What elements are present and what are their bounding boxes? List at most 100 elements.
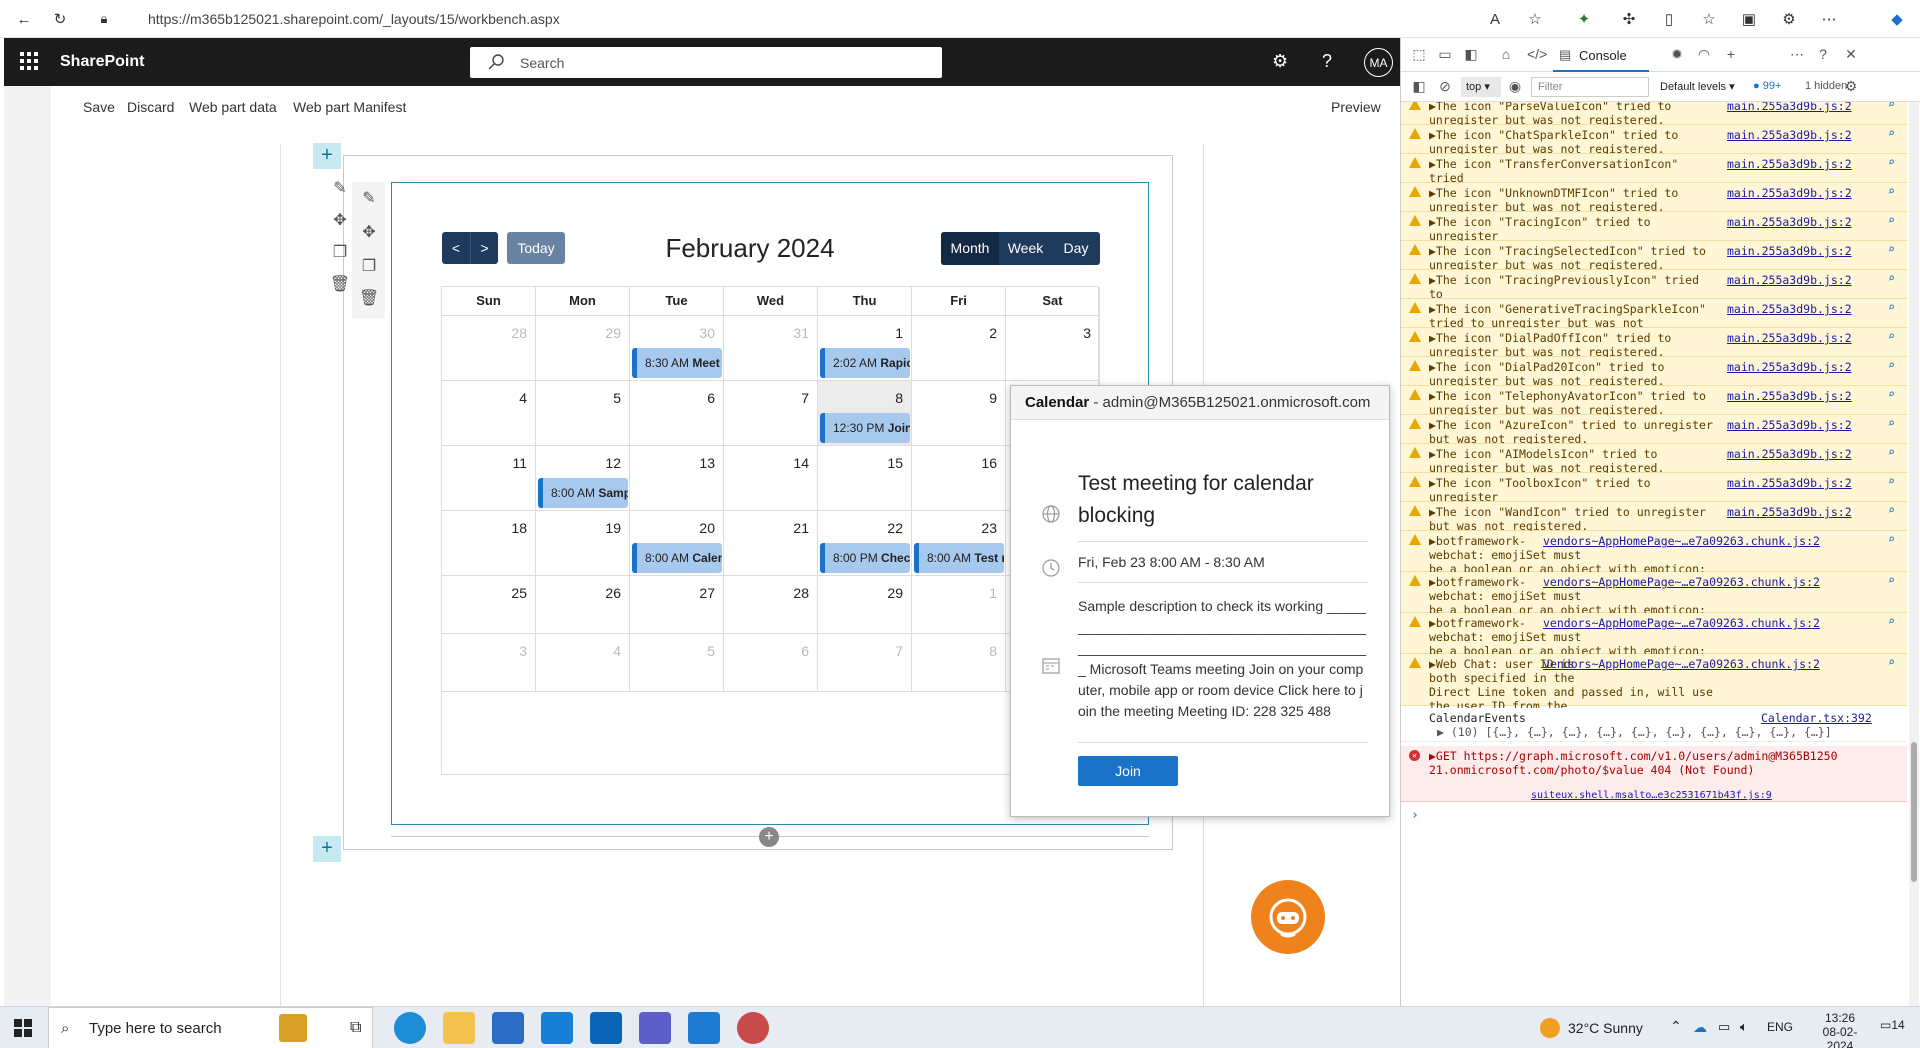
console-warning[interactable]: ▶The icon "TracingSelectedIcon" tried to… — [1401, 241, 1907, 272]
console-source-link[interactable]: main.255a3d9b.js:2 — [1727, 102, 1852, 113]
console-source-link[interactable]: main.255a3d9b.js:2 — [1727, 215, 1852, 229]
calendar-event[interactable]: 8:30 AM Meet — [632, 348, 722, 378]
day-cell[interactable]: 3 — [1006, 316, 1100, 381]
address-bar[interactable]: https://m365b125021.sharepoint.com/_layo… — [148, 11, 560, 27]
month-view-button[interactable]: Month — [941, 232, 999, 265]
duplicate-webpart-icon[interactable]: ❐ — [358, 256, 380, 278]
console-scrollbar[interactable] — [1909, 102, 1919, 1006]
console-filter-input[interactable]: Filter — [1531, 77, 1649, 97]
search-icon[interactable]: ⌕ — [1888, 242, 1895, 256]
store-icon[interactable] — [492, 1012, 524, 1044]
search-icon[interactable]: ⌕ — [1888, 503, 1895, 517]
avatar[interactable]: MA — [1364, 48, 1393, 77]
move-section-icon[interactable]: ✥ — [329, 210, 351, 232]
issues-badge[interactable]: ● 99+ — [1753, 80, 1781, 92]
extension-icon[interactable]: ✦ — [1572, 7, 1596, 31]
day-cell[interactable]: 3 — [442, 634, 536, 692]
console-warning[interactable]: ▶botframework- webchat: emojiSet must be… — [1401, 531, 1907, 590]
scrollbar-thumb[interactable] — [1911, 742, 1917, 882]
edit-section-icon[interactable]: ✎ — [329, 178, 351, 200]
console-source-link[interactable]: main.255a3d9b.js:2 — [1727, 186, 1852, 200]
back-icon[interactable]: ← — [12, 7, 36, 31]
day-cell[interactable]: 9 — [912, 381, 1006, 446]
search-icon[interactable]: ⌕ — [1888, 614, 1895, 628]
console-warning[interactable]: ▶The icon "DialPadOffIcon" tried to unre… — [1401, 328, 1907, 359]
duplicate-section-icon[interactable]: ❐ — [329, 242, 351, 264]
network-tray-icon[interactable]: ▭ — [1718, 1019, 1730, 1035]
console-warning[interactable]: ▶The icon "ParseValueIcon" tried to unre… — [1401, 102, 1907, 127]
teams-icon[interactable] — [639, 1012, 671, 1044]
search-icon[interactable]: ⌕ — [1888, 102, 1895, 111]
day-cell[interactable]: 13 — [630, 446, 724, 511]
day-cell[interactable]: 18 — [442, 511, 536, 576]
vscode-icon[interactable] — [688, 1012, 720, 1044]
console-source-link[interactable]: main.255a3d9b.js:2 — [1727, 302, 1852, 316]
clear-console-icon[interactable]: ⊘ — [1435, 78, 1455, 96]
day-cell[interactable]: 2 — [912, 316, 1006, 381]
refresh-icon[interactable]: ↻ — [48, 7, 72, 31]
day-cell[interactable]: 29 — [536, 316, 630, 381]
console-warning[interactable]: ▶botframework- webchat: emojiSet must be… — [1401, 572, 1907, 631]
context-select[interactable]: top ▾ — [1461, 77, 1501, 97]
console-object[interactable]: ▶ (10) [{…}, {…}, {…}, {…}, {…}, {…}, {…… — [1437, 725, 1897, 739]
settings-icon[interactable]: ⚙ — [1272, 51, 1288, 72]
copilot-icon[interactable]: ◆ — [1885, 7, 1909, 31]
console-warning[interactable]: ▶The icon "DialPad20Icon" tried to unreg… — [1401, 357, 1907, 388]
calendar-event[interactable]: 8:00 AM Calen — [632, 543, 722, 573]
network-icon[interactable]: ◠ — [1694, 46, 1714, 64]
calendar-event[interactable]: 8:00 AM Samp — [538, 478, 628, 508]
task-view-icon[interactable]: ⧉ — [350, 1019, 361, 1037]
day-cell[interactable]: 7 — [724, 381, 818, 446]
console-warning[interactable]: ▶The icon "GenerativeTracingSparkleIcon"… — [1401, 299, 1907, 344]
add-section-bottom-button[interactable]: + — [313, 836, 341, 862]
favorite-star-icon[interactable]: ☆ — [1523, 7, 1547, 31]
day-cell[interactable]: 29 — [818, 576, 912, 634]
help-icon[interactable]: ? — [1322, 51, 1332, 72]
edge-icon[interactable] — [394, 1012, 426, 1044]
console-source-link[interactable]: main.255a3d9b.js:2 — [1727, 360, 1852, 374]
volume-icon[interactable]: 🔈︎ — [1740, 1019, 1748, 1035]
console-warning[interactable]: ▶The icon "AIModelsIcon" tried to unregi… — [1401, 444, 1907, 475]
search-icon[interactable]: ⌕ — [1888, 300, 1895, 314]
day-cell[interactable]: 27 — [630, 576, 724, 634]
debugger-icon[interactable]: ✹ — [1667, 46, 1687, 64]
inspect-icon[interactable]: ⬚ — [1409, 46, 1429, 64]
console-source-link[interactable]: suiteux.shell.msalto…e3c2531671b43f.js:9 — [1531, 790, 1772, 801]
console-source-link[interactable]: main.255a3d9b.js:2 — [1727, 505, 1852, 519]
device-icon[interactable]: ▭ — [1435, 46, 1455, 64]
search-icon[interactable]: ⌕ — [1888, 474, 1895, 488]
calendar-event[interactable]: 8:00 PM Checl — [820, 543, 910, 573]
puzzle-icon[interactable]: ✣ — [1617, 7, 1641, 31]
move-webpart-icon[interactable]: ✥ — [358, 222, 380, 244]
search-icon[interactable]: ⌕ — [1888, 573, 1895, 587]
search-icon[interactable]: ⌕ — [1888, 329, 1895, 343]
welcome-icon[interactable]: ⌂ — [1496, 46, 1516, 64]
day-cell[interactable]: 15 — [818, 446, 912, 511]
dt-close-icon[interactable]: ✕ — [1841, 46, 1861, 64]
console-source-link[interactable]: main.255a3d9b.js:2 — [1727, 476, 1852, 490]
today-button[interactable]: Today — [507, 232, 565, 264]
delete-webpart-icon[interactable]: 🗑︎ — [358, 288, 380, 310]
day-cell[interactable]: 6 — [724, 634, 818, 692]
language-indicator[interactable]: ENG — [1767, 1020, 1793, 1034]
search-icon[interactable]: ⌕ — [1888, 155, 1895, 169]
day-cell[interactable]: 31 — [724, 316, 818, 381]
tab-console[interactable]: ▤ Console — [1553, 38, 1649, 72]
next-month-button[interactable]: > — [470, 232, 498, 264]
mail-icon[interactable] — [541, 1012, 573, 1044]
console-warning[interactable]: ▶Web Chat: user ID is both specified in … — [1401, 654, 1907, 727]
elements-icon[interactable]: </> — [1527, 46, 1547, 64]
week-view-button[interactable]: Week — [999, 232, 1052, 265]
split-screen-icon[interactable]: ▯ — [1657, 7, 1681, 31]
discard-button[interactable]: Discard — [127, 99, 174, 115]
app-launcher-icon[interactable] — [20, 52, 38, 70]
console-source-link[interactable]: vendors~AppHomePage~…e7a09263.chunk.js:2 — [1543, 534, 1820, 548]
day-cell[interactable]: 28 — [724, 576, 818, 634]
day-cell[interactable]: 5 — [536, 381, 630, 446]
console-source-link[interactable]: main.255a3d9b.js:2 — [1727, 273, 1852, 287]
day-cell[interactable]: 4 — [442, 381, 536, 446]
console-source-link[interactable]: vendors~AppHomePage~…e7a09263.chunk.js:2 — [1543, 657, 1820, 671]
search-icon[interactable]: ⌕ — [1888, 358, 1895, 372]
day-view-button[interactable]: Day — [1052, 232, 1100, 265]
brand-title[interactable]: SharePoint — [60, 53, 144, 71]
